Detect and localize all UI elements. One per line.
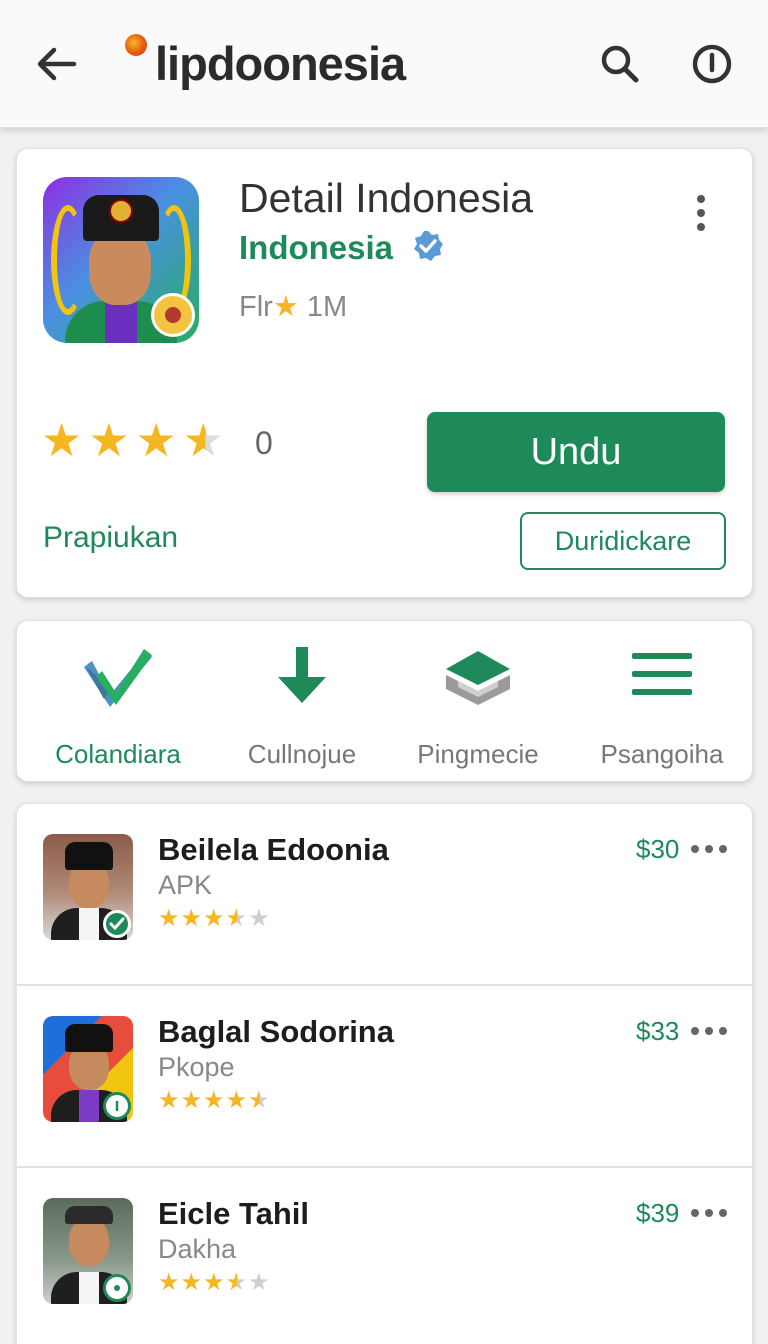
action-item-0[interactable]: Colandiara [23, 641, 213, 771]
portrait-collar [105, 301, 137, 343]
action-item-3[interactable]: Psangoiha [567, 641, 757, 771]
action-item-2[interactable]: Pingmecie [383, 641, 573, 771]
list-item-thumbnail [43, 1198, 133, 1304]
wreath-left-icon [51, 205, 85, 315]
action-label: Cullnojue [247, 739, 357, 769]
secondary-link[interactable]: Prapiukan [43, 521, 178, 555]
actions-card: Colandiara Cullnojue Pingmecie Psangoiha [16, 620, 753, 782]
seal-badge-icon [151, 293, 195, 337]
list-item-subtitle: Dakha [158, 1234, 237, 1264]
more-horiz-icon[interactable] [689, 842, 729, 856]
action-label: Pingmecie [417, 739, 539, 769]
list-item-subtitle: APK [158, 870, 213, 900]
list-item-title: Beilela Edoonia [158, 832, 389, 867]
related-apps-list: Beilela Edoonia APK ★★★★★ $30 Baglal Sod… [16, 803, 753, 1344]
action-label: Psangoiha [600, 739, 724, 769]
cap-emblem-icon [109, 199, 133, 223]
top-app-bar: lipdoonesia [0, 0, 768, 128]
list-item-price: $30 [636, 834, 680, 864]
info-badge-icon [103, 1092, 131, 1120]
check-badge-icon [103, 910, 131, 938]
half-star-icon: ★ [225, 905, 249, 932]
list-item[interactable]: Beilela Edoonia APK ★★★★★ $30 [17, 804, 752, 986]
half-star-icon: ★ [248, 1087, 271, 1114]
list-item-price: $33 [636, 1016, 680, 1046]
install-button[interactable]: Undu [427, 412, 725, 492]
list-item-title: Eicle Tahil [158, 1196, 310, 1231]
star-icon: ★ [88, 414, 130, 466]
app-detail-card: Detail Indonesia Indonesia Flr★ 1M ★ ★ ★… [16, 148, 753, 598]
list-item-thumbnail [43, 834, 133, 940]
download-arrow-icon [278, 647, 326, 703]
half-star-icon: ★ [225, 1269, 249, 1296]
list-item-thumbnail [43, 1016, 133, 1122]
meta-downloads: 1M [298, 291, 348, 323]
app-meta: Flr★ 1M [239, 289, 347, 324]
box-icon [446, 651, 510, 705]
info-icon[interactable] [688, 40, 736, 88]
list-item-rating: ★★★★★ [158, 905, 271, 932]
developer-link[interactable]: Indonesia [239, 229, 393, 267]
list-item-rating: ★★★★★ [158, 1269, 271, 1296]
list-item-rating: ★★★★★ [158, 1087, 271, 1114]
star-icon: ★ [135, 414, 177, 466]
secondary-button[interactable]: Duridickare [520, 512, 726, 570]
action-label: Colandiara [55, 739, 181, 769]
brand-title: lipdoonesia [155, 37, 406, 90]
meta-prefix: Flr [239, 291, 273, 323]
search-icon[interactable] [596, 40, 644, 88]
verified-badge-icon [414, 231, 443, 261]
list-item-subtitle: Pkope [158, 1052, 235, 1082]
more-options-icon[interactable] [685, 189, 717, 237]
back-arrow-icon[interactable] [30, 40, 82, 88]
brand-logo-icon [125, 34, 147, 56]
app-icon [43, 177, 199, 343]
dot-badge-icon [103, 1274, 131, 1302]
star-icon: ★ [41, 414, 83, 466]
action-item-1[interactable]: Cullnojue [207, 641, 397, 771]
empty-star-icon: ★ [248, 1269, 271, 1296]
rating-stars: ★ ★ ★ ★ [41, 417, 224, 463]
list-item[interactable]: Eicle Tahil Dakha ★★★★★ $39 [17, 1168, 752, 1344]
empty-star-icon: ★ [248, 905, 271, 932]
list-item[interactable]: Baglal Sodorina Pkope ★★★★★ $33 [17, 986, 752, 1168]
rating-count: 0 [255, 425, 273, 461]
more-horiz-icon[interactable] [689, 1024, 729, 1038]
app-title: Detail Indonesia [239, 175, 534, 221]
half-star-icon: ★ [182, 414, 224, 466]
list-item-price: $39 [636, 1198, 680, 1228]
checkmark-icon [84, 649, 152, 707]
list-item-title: Baglal Sodorina [158, 1014, 394, 1049]
meta-star-icon: ★ [272, 291, 299, 323]
menu-lines-icon [632, 653, 692, 695]
more-horiz-icon[interactable] [689, 1206, 729, 1220]
